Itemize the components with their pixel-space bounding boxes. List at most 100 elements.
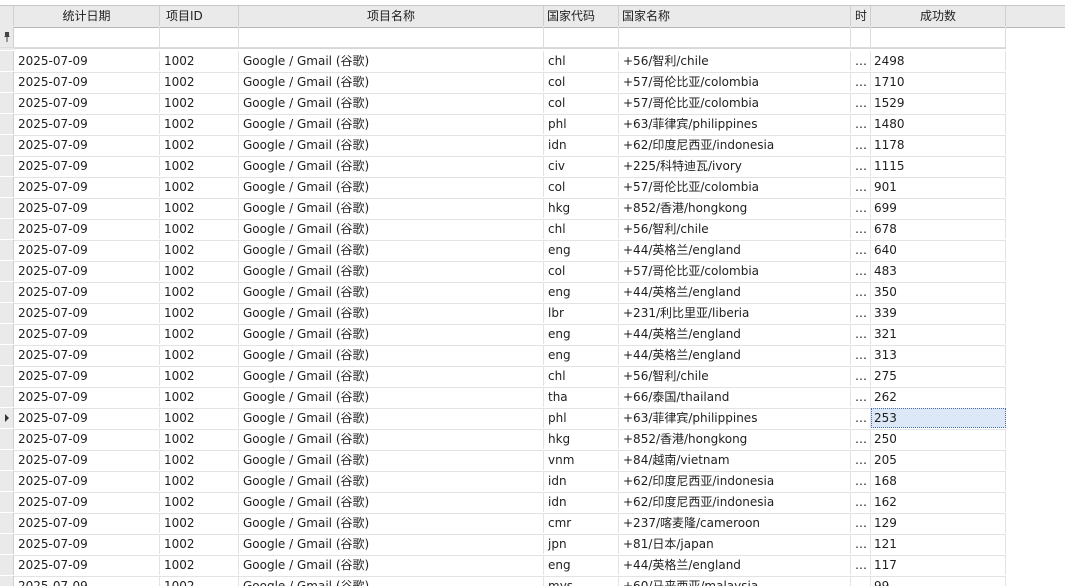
column-header-success-count[interactable]: 成功数: [871, 6, 1006, 26]
cell-date[interactable]: 2025-07-09: [14, 471, 160, 491]
row-indicator[interactable]: [0, 450, 14, 470]
cell-country-code[interactable]: eng: [544, 324, 619, 344]
cell-project-id[interactable]: 1002: [160, 156, 239, 176]
cell-country-name[interactable]: +231/利比里亚/liberia: [619, 303, 851, 323]
cell-date[interactable]: 2025-07-09: [14, 450, 160, 470]
column-header-project-id[interactable]: 项目ID: [160, 6, 239, 26]
table-row[interactable]: 2025-07-09 1002 Google / Gmail (谷歌) phl +63/…: [0, 408, 1006, 430]
filter-cell-project-id[interactable]: [160, 27, 239, 47]
cell-project-id[interactable]: 1002: [160, 51, 239, 71]
filter-cell-time[interactable]: [851, 27, 871, 47]
cell-project-id[interactable]: 1002: [160, 345, 239, 365]
cell-project-id[interactable]: 1002: [160, 576, 239, 586]
cell-country-code[interactable]: mys: [544, 576, 619, 586]
table-row[interactable]: 2025-07-09 1002 Google / Gmail (谷歌) col +57/…: [0, 177, 1006, 199]
cell-project-name[interactable]: Google / Gmail (谷歌): [239, 240, 544, 260]
row-indicator[interactable]: [0, 261, 14, 281]
cell-time[interactable]: …: [851, 387, 871, 407]
column-header-time[interactable]: 时: [851, 6, 871, 26]
cell-success-count[interactable]: 1710: [871, 72, 1006, 92]
cell-country-name[interactable]: +84/越南/vietnam: [619, 450, 851, 470]
cell-country-name[interactable]: +60/马来西亚/malaysia: [619, 576, 851, 586]
cell-date[interactable]: 2025-07-09: [14, 177, 160, 197]
table-row[interactable]: 2025-07-09 1002 Google / Gmail (谷歌) chl +56/…: [0, 51, 1006, 73]
cell-country-name[interactable]: +44/英格兰/england: [619, 345, 851, 365]
cell-success-count[interactable]: 117: [871, 555, 1006, 575]
table-row[interactable]: 2025-07-09 1002 Google / Gmail (谷歌) tha +66/…: [0, 387, 1006, 409]
cell-date[interactable]: 2025-07-09: [14, 429, 160, 449]
row-indicator[interactable]: [0, 492, 14, 512]
cell-country-code[interactable]: col: [544, 261, 619, 281]
cell-project-id[interactable]: 1002: [160, 534, 239, 554]
cell-project-name[interactable]: Google / Gmail (谷歌): [239, 492, 544, 512]
cell-country-code[interactable]: chl: [544, 219, 619, 239]
table-row[interactable]: 2025-07-09 1002 Google / Gmail (谷歌) jpn +81/…: [0, 534, 1006, 556]
table-row[interactable]: 2025-07-09 1002 Google / Gmail (谷歌) chl +56/…: [0, 219, 1006, 241]
header-corner[interactable]: [0, 6, 14, 26]
cell-country-name[interactable]: +852/香港/hongkong: [619, 429, 851, 449]
cell-project-id[interactable]: 1002: [160, 492, 239, 512]
cell-date[interactable]: 2025-07-09: [14, 303, 160, 323]
cell-country-name[interactable]: +57/哥伦比亚/colombia: [619, 72, 851, 92]
cell-project-name[interactable]: Google / Gmail (谷歌): [239, 576, 544, 586]
cell-project-name[interactable]: Google / Gmail (谷歌): [239, 51, 544, 71]
cell-country-code[interactable]: col: [544, 177, 619, 197]
cell-country-code[interactable]: phl: [544, 408, 619, 428]
column-header-project-name[interactable]: 项目名称: [239, 6, 544, 26]
cell-time[interactable]: …: [851, 429, 871, 449]
cell-project-name[interactable]: Google / Gmail (谷歌): [239, 114, 544, 134]
cell-country-code[interactable]: idn: [544, 471, 619, 491]
row-indicator[interactable]: [0, 534, 14, 554]
cell-time[interactable]: …: [851, 72, 871, 92]
cell-country-name[interactable]: +63/菲律宾/philippines: [619, 114, 851, 134]
cell-project-id[interactable]: 1002: [160, 303, 239, 323]
cell-success-count[interactable]: 640: [871, 240, 1006, 260]
cell-country-code[interactable]: vnm: [544, 450, 619, 470]
row-indicator[interactable]: [0, 408, 14, 428]
cell-country-name[interactable]: +852/香港/hongkong: [619, 198, 851, 218]
cell-country-code[interactable]: col: [544, 72, 619, 92]
cell-success-count[interactable]: 162: [871, 492, 1006, 512]
row-indicator[interactable]: [0, 345, 14, 365]
cell-time[interactable]: …: [851, 177, 871, 197]
cell-project-name[interactable]: Google / Gmail (谷歌): [239, 177, 544, 197]
cell-country-code[interactable]: lbr: [544, 303, 619, 323]
cell-success-count[interactable]: 339: [871, 303, 1006, 323]
row-indicator[interactable]: [0, 156, 14, 176]
cell-project-id[interactable]: 1002: [160, 114, 239, 134]
filter-cell-country-name[interactable]: [619, 27, 851, 47]
cell-country-name[interactable]: +44/英格兰/england: [619, 555, 851, 575]
filter-cell-project-name[interactable]: [239, 27, 544, 47]
cell-date[interactable]: 2025-07-09: [14, 51, 160, 71]
cell-country-code[interactable]: eng: [544, 345, 619, 365]
cell-project-id[interactable]: 1002: [160, 240, 239, 260]
cell-project-name[interactable]: Google / Gmail (谷歌): [239, 471, 544, 491]
cell-success-count[interactable]: 1529: [871, 93, 1006, 113]
cell-date[interactable]: 2025-07-09: [14, 534, 160, 554]
cell-date[interactable]: 2025-07-09: [14, 345, 160, 365]
cell-project-id[interactable]: 1002: [160, 135, 239, 155]
row-indicator[interactable]: [0, 429, 14, 449]
table-row[interactable]: 2025-07-09 1002 Google / Gmail (谷歌) eng +44/…: [0, 345, 1006, 367]
cell-project-name[interactable]: Google / Gmail (谷歌): [239, 429, 544, 449]
cell-project-name[interactable]: Google / Gmail (谷歌): [239, 408, 544, 428]
cell-date[interactable]: 2025-07-09: [14, 156, 160, 176]
cell-success-count[interactable]: 699: [871, 198, 1006, 218]
column-header-date[interactable]: 统计日期: [14, 6, 160, 26]
cell-project-id[interactable]: 1002: [160, 408, 239, 428]
cell-country-code[interactable]: eng: [544, 555, 619, 575]
cell-time[interactable]: …: [851, 576, 871, 586]
cell-time[interactable]: …: [851, 240, 871, 260]
cell-country-name[interactable]: +56/智利/chile: [619, 366, 851, 386]
cell-date[interactable]: 2025-07-09: [14, 240, 160, 260]
cell-project-name[interactable]: Google / Gmail (谷歌): [239, 387, 544, 407]
cell-project-name[interactable]: Google / Gmail (谷歌): [239, 135, 544, 155]
cell-date[interactable]: 2025-07-09: [14, 72, 160, 92]
cell-country-code[interactable]: jpn: [544, 534, 619, 554]
cell-project-id[interactable]: 1002: [160, 366, 239, 386]
cell-country-name[interactable]: +44/英格兰/england: [619, 324, 851, 344]
row-indicator[interactable]: [0, 72, 14, 92]
row-indicator[interactable]: [0, 576, 14, 586]
row-indicator[interactable]: [0, 471, 14, 491]
cell-country-name[interactable]: +237/喀麦隆/cameroon: [619, 513, 851, 533]
